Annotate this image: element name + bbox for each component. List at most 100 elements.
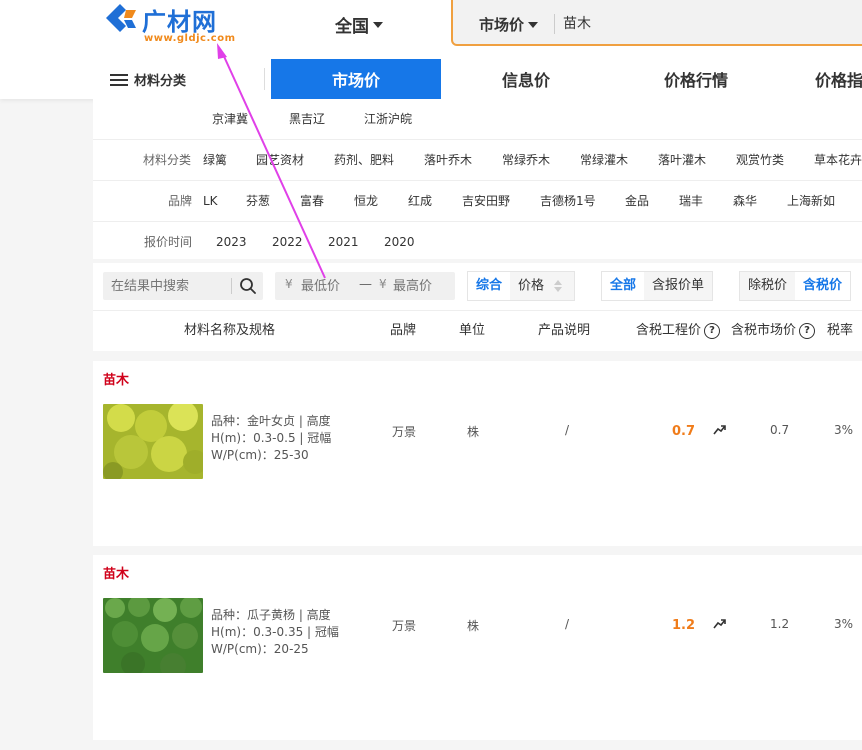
filter-row-brand: 品牌 LK 芬葱 富春 恒龙 红成 吉安田野 吉德杨1号 金品 瑞丰 森华 上海… xyxy=(93,181,862,222)
filter-category-option[interactable]: 观赏竹类 xyxy=(736,140,784,180)
filter-region-option[interactable]: 京津冀 xyxy=(212,99,248,139)
sort-arrows-icon xyxy=(554,272,563,300)
col-desc: 产品说明 xyxy=(538,323,591,338)
filter-brand-option[interactable]: 富春 xyxy=(300,181,324,221)
sort-price-button[interactable]: 价格 xyxy=(510,272,575,300)
tab-market-price[interactable]: 市场价 xyxy=(271,59,441,99)
spec-line: 品种：金叶女贞 | 高度 xyxy=(211,414,331,428)
filter-brand-option[interactable]: 森华 xyxy=(733,181,757,221)
help-icon[interactable]: ? xyxy=(704,323,721,339)
max-price-input[interactable] xyxy=(393,277,453,295)
tab-info-price[interactable]: 信息价 xyxy=(441,59,611,99)
filter-category-option[interactable]: 常绿灌木 xyxy=(580,140,628,180)
region-selector[interactable]: 全国 xyxy=(335,12,383,37)
filter-category-option[interactable]: 落叶乔木 xyxy=(424,140,472,180)
logo-mark-icon xyxy=(106,4,136,32)
filter-brand-option[interactable]: 吉德杨1号 xyxy=(540,181,596,221)
nav-divider xyxy=(264,68,265,90)
sort-default-button[interactable]: 综合 xyxy=(468,272,511,300)
col-brand: 品牌 xyxy=(390,323,417,338)
material-category-menu[interactable]: 材料分类 xyxy=(110,70,186,89)
product-spec[interactable]: 品种：瓜子黄杨 | 高度 H(m)：0.3-0.35 | 冠幅 W/P(cm)：… xyxy=(211,607,341,658)
filter-year-option[interactable]: 2023 xyxy=(216,222,247,262)
filter-year-option[interactable]: 2021 xyxy=(328,222,359,262)
spec-line: H(m)：0.3-0.35 | 冠幅 xyxy=(211,625,339,639)
filter-brand-option[interactable]: 金品 xyxy=(625,181,649,221)
trend-icon[interactable] xyxy=(713,617,727,631)
result-search-input[interactable] xyxy=(111,277,229,295)
spec-line: H(m)：0.3-0.5 | 冠幅 xyxy=(211,431,332,445)
row-eng-price: 0.7 xyxy=(672,424,696,439)
col-unit: 单位 xyxy=(459,323,486,338)
type-quote-button[interactable]: 含报价单 xyxy=(644,272,713,300)
sort-price-label: 价格 xyxy=(518,278,545,294)
material-category-label: 材料分类 xyxy=(134,74,187,89)
yen-symbol: ¥ xyxy=(285,277,293,291)
table-row[interactable]: 苗木 品种：瓜子黄杨 | 高度 H(m)：0.3-0.35 | 冠幅 W/P(c… xyxy=(93,555,862,740)
filter-brand-option[interactable]: 瑞丰 xyxy=(679,181,703,221)
results-toolbar: ¥ — ¥ 综合 价格 全部 含报价单 除税价 含税价 xyxy=(93,263,862,311)
result-search-divider xyxy=(231,278,232,294)
filter-row-category: 材料分类 绿篱 园艺资材 药剂、肥料 落叶乔木 常绿乔木 常绿灌木 落叶灌木 观… xyxy=(93,140,862,181)
tab-price-trend[interactable]: 价格行情 xyxy=(611,59,781,99)
chevron-down-icon xyxy=(373,21,383,28)
tax-excluded-button[interactable]: 除税价 xyxy=(740,272,796,300)
row-tax: 3% xyxy=(834,617,854,631)
main-search-input[interactable] xyxy=(563,12,843,34)
site-logo[interactable]: 广材网 www.gldjc.com xyxy=(102,2,242,48)
filter-brand-option[interactable]: 恒龙 xyxy=(354,181,378,221)
logo-text: 广材网 xyxy=(142,8,217,36)
filter-time-label: 报价时间 xyxy=(144,235,193,249)
filter-panel: 京津冀 黑吉辽 江浙沪皖 材料分类 绿篱 园艺资材 药剂、肥料 落叶乔木 常绿乔… xyxy=(93,99,862,259)
filter-region-option[interactable]: 江浙沪皖 xyxy=(364,99,412,139)
filter-row-time: 报价时间 2023 2022 2021 2020 xyxy=(93,222,862,263)
col-eng-price-label: 含税工程价 xyxy=(636,323,702,338)
row-category[interactable]: 苗木 xyxy=(103,563,129,582)
filter-brand-option[interactable]: LK xyxy=(203,181,218,221)
filter-category-label: 材料分类 xyxy=(143,153,192,167)
result-search-box xyxy=(103,272,263,300)
filter-category-option[interactable]: 落叶灌木 xyxy=(658,140,706,180)
filter-brand-option[interactable]: 芬葱 xyxy=(246,181,270,221)
filter-region-option[interactable]: 黑吉辽 xyxy=(289,99,325,139)
row-eng-price: 1.2 xyxy=(672,618,696,633)
min-price-input[interactable] xyxy=(301,277,367,295)
row-market-price: 0.7 xyxy=(770,423,790,437)
help-icon[interactable]: ? xyxy=(799,323,816,339)
filter-brand-option[interactable]: 上海新如 xyxy=(787,181,835,221)
tax-included-button[interactable]: 含税价 xyxy=(795,272,851,300)
row-category[interactable]: 苗木 xyxy=(103,369,129,388)
filter-brand-option[interactable]: 吉安田野 xyxy=(462,181,510,221)
filter-year-option[interactable]: 2022 xyxy=(272,222,303,262)
row-unit: 株 xyxy=(467,619,480,633)
row-desc: / xyxy=(565,617,570,631)
filter-category-option[interactable]: 草本花卉 xyxy=(814,140,862,180)
col-market-price-label: 含税市场价 xyxy=(731,323,797,338)
filter-year-option[interactable]: 2020 xyxy=(384,222,415,262)
product-spec[interactable]: 品种：金叶女贞 | 高度 H(m)：0.3-0.5 | 冠幅 W/P(cm)：2… xyxy=(211,413,341,464)
trend-icon[interactable] xyxy=(713,423,727,437)
col-tax: 税率 xyxy=(827,323,854,338)
filter-category-option[interactable]: 绿篱 xyxy=(203,140,227,180)
tax-toggle: 除税价 含税价 xyxy=(739,271,852,301)
sort-toggle: 综合 价格 xyxy=(467,271,576,301)
filter-category-option[interactable]: 园艺资材 xyxy=(256,140,304,180)
col-name: 材料名称及规格 xyxy=(184,323,276,338)
filter-brand-option[interactable]: 红成 xyxy=(408,181,432,221)
table-row[interactable]: 苗木 品种：金叶女贞 | 高度 H(m)：0.3-0.5 | 冠幅 W/P(cm… xyxy=(93,361,862,546)
yen-symbol: ¥ xyxy=(379,277,387,291)
menu-icon xyxy=(110,73,128,86)
product-thumbnail[interactable] xyxy=(103,598,203,673)
product-thumbnail[interactable] xyxy=(103,404,203,479)
filter-category-option[interactable]: 常绿乔木 xyxy=(502,140,550,180)
quote-type-toggle: 全部 含报价单 xyxy=(601,271,714,301)
logo-url: www.gldjc.com xyxy=(144,33,236,44)
filter-category-option[interactable]: 药剂、肥料 xyxy=(334,140,394,180)
type-all-button[interactable]: 全部 xyxy=(602,272,645,300)
row-unit: 株 xyxy=(467,425,480,439)
main-search-box: 市场价 xyxy=(451,0,862,46)
tab-price-index[interactable]: 价格指 xyxy=(781,59,862,99)
search-icon[interactable] xyxy=(239,277,257,295)
col-eng-price: 含税工程价 ? xyxy=(636,311,721,351)
search-type-dropdown[interactable]: 市场价 xyxy=(479,14,539,35)
